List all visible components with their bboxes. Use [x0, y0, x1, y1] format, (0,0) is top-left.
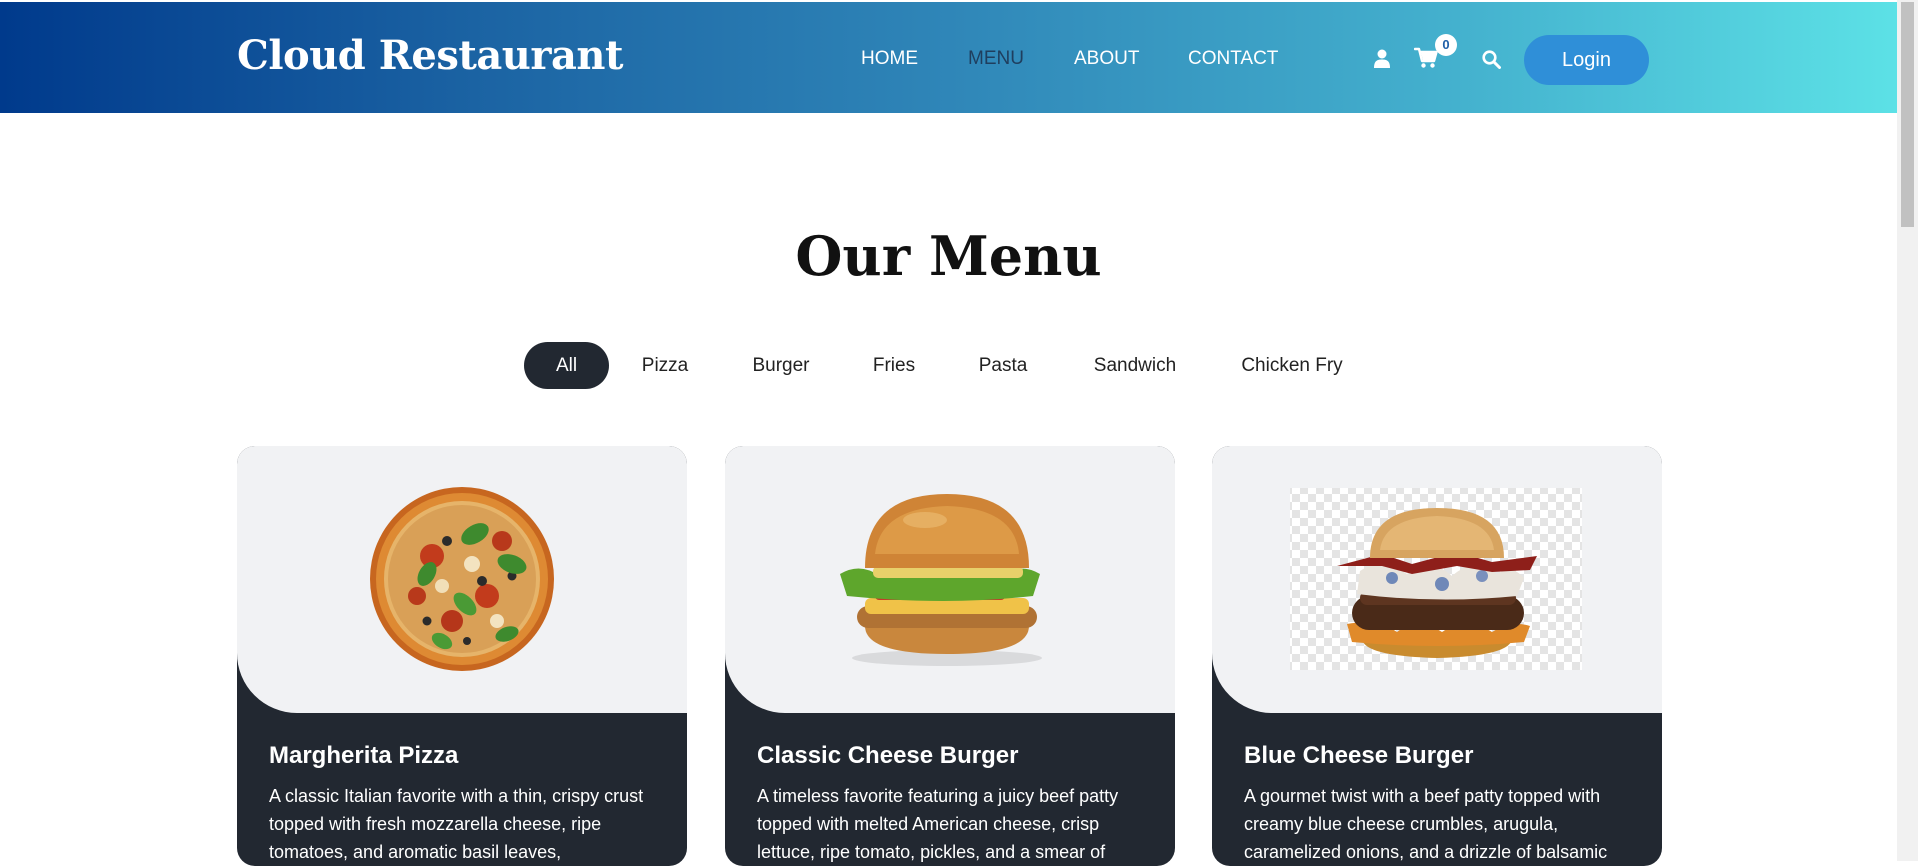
- item-description: A timeless favorite featuring a juicy be…: [757, 786, 1119, 862]
- site-header: Cloud Restaurant HOME MENU ABOUT CONTACT…: [0, 2, 1897, 113]
- filter-chicken-fry[interactable]: Chicken Fry: [1228, 342, 1356, 389]
- filter-all[interactable]: All: [524, 342, 609, 389]
- filter-fries[interactable]: Fries: [858, 342, 930, 389]
- filter-pasta[interactable]: Pasta: [963, 342, 1043, 389]
- menu-card[interactable]: Classic Cheese Burger A timeless favorit…: [725, 446, 1175, 866]
- item-name: Classic Cheese Burger: [757, 742, 1019, 769]
- nav-home[interactable]: HOME: [861, 48, 918, 70]
- login-button[interactable]: Login: [1524, 35, 1649, 85]
- page-scrollbar[interactable]: [1897, 0, 1918, 861]
- brand-logo[interactable]: Cloud Restaurant: [237, 32, 623, 79]
- nav-menu[interactable]: MENU: [968, 48, 1024, 70]
- card-image-area: [725, 446, 1175, 713]
- card-image-area: [237, 446, 687, 713]
- item-name: Blue Cheese Burger: [1244, 742, 1474, 769]
- card-image-area: [1212, 446, 1662, 713]
- blue-cheese-burger-image: [1290, 488, 1582, 670]
- item-description: A gourmet twist with a beef patty topped…: [1244, 786, 1608, 862]
- menu-card[interactable]: Blue Cheese Burger A gourmet twist with …: [1212, 446, 1662, 866]
- scrollbar-thumb[interactable]: [1901, 2, 1914, 227]
- item-description: A classic Italian favorite with a thin, …: [269, 786, 644, 862]
- cart-count-badge: 0: [1435, 34, 1457, 56]
- user-icon[interactable]: [1374, 49, 1390, 68]
- nav-contact[interactable]: CONTACT: [1188, 48, 1278, 70]
- menu-title: Our Menu: [795, 224, 1102, 288]
- menu-card[interactable]: Margherita Pizza A classic Italian favor…: [237, 446, 687, 866]
- nav-about[interactable]: ABOUT: [1074, 48, 1139, 70]
- filter-burger[interactable]: Burger: [741, 342, 821, 389]
- pizza-image: [370, 487, 554, 671]
- cheese-burger-image: [840, 494, 1042, 666]
- cart-icon[interactable]: [1414, 47, 1438, 69]
- item-name: Margherita Pizza: [269, 742, 459, 769]
- page: Cloud Restaurant HOME MENU ABOUT CONTACT…: [0, 0, 1897, 866]
- filter-sandwich[interactable]: Sandwich: [1082, 342, 1188, 389]
- filter-pizza[interactable]: Pizza: [625, 342, 705, 389]
- search-icon[interactable]: [1482, 50, 1501, 69]
